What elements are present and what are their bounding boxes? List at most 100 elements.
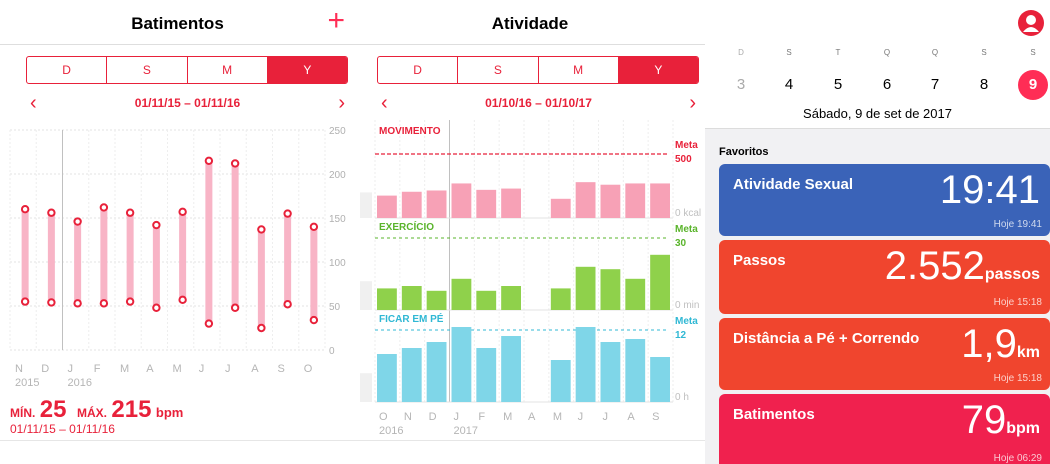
y-tick-label: 50 (329, 302, 341, 313)
activity-bar (476, 290, 497, 310)
month-label: J (578, 411, 584, 423)
min-point (257, 323, 266, 333)
activity-bar (600, 269, 621, 310)
min-point (125, 297, 135, 306)
add-icon[interactable]: + (327, 6, 345, 36)
date-range: 01/10/16 – 01/10/17 (485, 96, 592, 110)
month-label: J (199, 363, 205, 375)
day-tuesday[interactable]: T5 (823, 48, 853, 100)
card-time: Hoje 06:29 (993, 453, 1042, 464)
activity-bar (625, 278, 646, 310)
range-navigator: ‹ 01/10/16 – 01/10/17 › (381, 92, 696, 115)
day-thursday[interactable]: Q7 (920, 48, 950, 100)
max-point (257, 225, 266, 234)
day-letter: S (1030, 48, 1036, 57)
max-point (73, 217, 82, 226)
day-letter: S (981, 48, 987, 57)
y-tick-label: 100 (329, 258, 346, 269)
day-wednesday[interactable]: Q6 (872, 48, 902, 100)
segment-day[interactable]: D (27, 57, 106, 83)
activity-bar (451, 327, 472, 402)
profile-avatar-icon[interactable] (1018, 10, 1044, 36)
range-navigator: ‹ 01/11/15 – 01/11/16 › (30, 92, 345, 115)
day-letter: D (738, 48, 744, 57)
heart-rate-chart: 250 200 150 100 50 0 N D J F M A M J J A S O 2015 2016 (9, 126, 346, 389)
card-value-number: 19:41 (939, 168, 1040, 212)
goal-label: Meta (675, 224, 698, 235)
card-value: 2.552passos (885, 244, 1040, 289)
day-sunday[interactable]: D3 (726, 48, 756, 100)
day-saturday-selected[interactable]: S9 (1018, 48, 1048, 100)
person-icon (1023, 15, 1039, 32)
activity-bar (650, 183, 670, 218)
card-value: 19:41 (940, 168, 1040, 213)
header-divider (355, 44, 705, 45)
range-bar (47, 212, 55, 303)
day-monday[interactable]: S4 (774, 48, 804, 100)
day-number: 4 (784, 76, 794, 93)
card-heart-rate[interactable]: Batimentos 79bpm Hoje 06:29 (719, 394, 1050, 464)
month-label: N (404, 411, 412, 423)
segment-day[interactable]: D (378, 57, 457, 83)
panel-title: Atividade (491, 14, 569, 33)
next-chevron-icon[interactable]: › (338, 92, 345, 115)
card-walking-running-distance[interactable]: Distância a Pé + Correndo 1,9km Hoje 15:… (719, 318, 1050, 390)
activity-bar (550, 198, 571, 218)
month-label: S (652, 411, 659, 423)
activity-bar (426, 190, 447, 218)
activity-bar (476, 189, 497, 218)
goal-value: 500 (675, 154, 692, 165)
day-number: 6 (882, 76, 892, 93)
activity-bar (625, 339, 646, 402)
year-label: 2016 (379, 425, 403, 437)
activity-bar (377, 195, 397, 218)
segment-month[interactable]: M (537, 57, 618, 83)
max-value: 215 (111, 396, 152, 423)
activity-chart: MOVIMENTO Meta 500 0 kcal EXERCÍCIO Meta 30 0 m… (360, 120, 701, 437)
card-sexual-activity[interactable]: Atividade Sexual 19:41 Hoje 19:41 (719, 164, 1050, 236)
activity-bar (451, 183, 472, 218)
range-bar (231, 163, 239, 308)
period-segmented-control[interactable]: D S M Y (377, 56, 699, 84)
segment-year[interactable]: Y (266, 57, 347, 83)
card-value-number: 2.552 (884, 244, 985, 288)
max-point (99, 203, 109, 212)
month-label: A (627, 411, 635, 423)
day-friday[interactable]: S8 (969, 48, 999, 100)
max-point (47, 208, 56, 217)
week-strip: D3 S4 T5 Q6 Q7 S8 S9 (705, 48, 1050, 108)
segment-month[interactable]: M (186, 57, 267, 83)
card-name: Batimentos (733, 406, 815, 423)
activity-bar (426, 342, 447, 402)
activity-bar (426, 290, 447, 310)
day-letter: Q (931, 48, 939, 57)
min-value: 25 (39, 396, 67, 423)
day-number: 9 (1018, 70, 1048, 100)
year-label: 2016 (68, 377, 92, 389)
activity-panel: Atividade D S M Y ‹ 01/10/16 – 01/10/17 … (355, 0, 705, 464)
card-time: Hoje 19:41 (993, 219, 1042, 230)
min-point (309, 315, 319, 325)
section-label: EXERCÍCIO (379, 220, 434, 233)
activity-bar (575, 266, 596, 310)
goal-value: 30 (675, 238, 687, 249)
next-chevron-icon[interactable]: › (689, 92, 696, 115)
min-point (47, 298, 56, 307)
month-label: M (503, 411, 512, 423)
max-point (204, 156, 214, 165)
card-time: Hoje 15:18 (993, 373, 1042, 384)
period-segmented-control[interactable]: D S M Y (26, 56, 348, 84)
max-point (230, 159, 240, 168)
min-point (99, 299, 109, 308)
segment-year[interactable]: Y (617, 57, 698, 83)
card-value-number: 79 (961, 398, 1007, 442)
max-point (178, 207, 187, 217)
segment-week[interactable]: S (106, 57, 186, 83)
min-point (20, 297, 30, 306)
card-steps[interactable]: Passos 2.552passos Hoje 15:18 (719, 240, 1050, 314)
day-letter: Q (883, 48, 891, 57)
previous-period-bar (360, 192, 372, 218)
year-label: 2017 (454, 425, 478, 437)
segment-week[interactable]: S (457, 57, 537, 83)
activity-bar (625, 183, 646, 218)
